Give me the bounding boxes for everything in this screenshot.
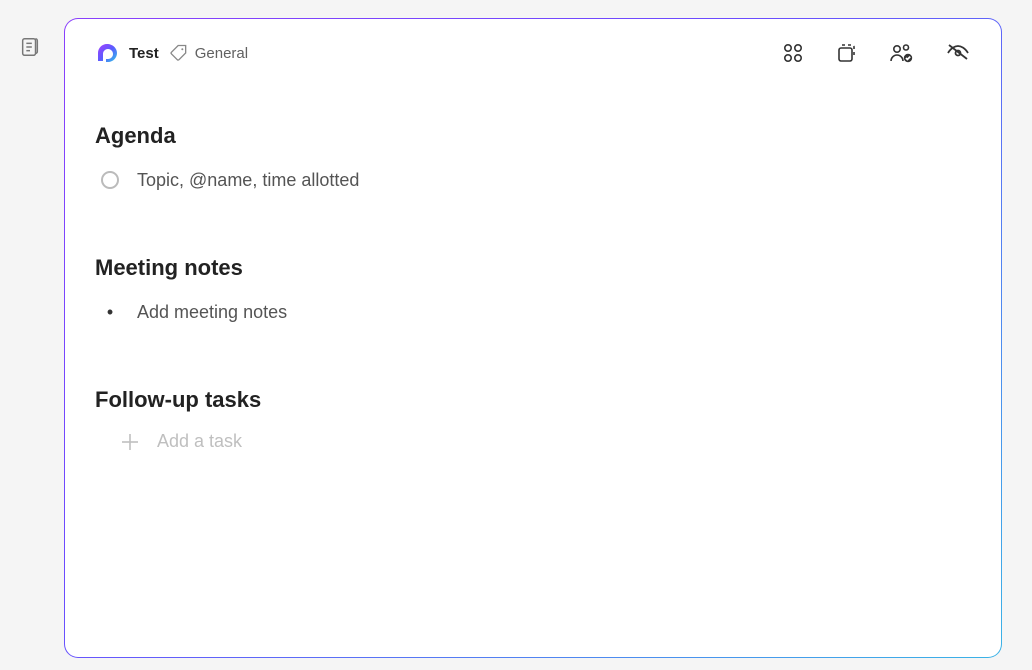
notes-placeholder[interactable]: Add meeting notes <box>137 302 287 323</box>
tag-chip[interactable]: General <box>169 43 248 63</box>
note-panel: Test General <box>64 18 1002 658</box>
agenda-heading: Agenda <box>95 123 971 149</box>
notes-heading: Meeting notes <box>95 255 971 281</box>
add-task-row[interactable]: Add a task <box>95 431 971 452</box>
bullet-icon: • <box>101 302 119 323</box>
panel-header: Test General <box>95 41 971 65</box>
notes-item[interactable]: • Add meeting notes <box>95 297 971 327</box>
section-meeting-notes: Meeting notes • Add meeting notes <box>95 255 971 327</box>
radio-unchecked-icon[interactable] <box>101 171 119 189</box>
notes-page-icon[interactable] <box>19 36 41 58</box>
section-followup: Follow-up tasks Add a task <box>95 387 971 452</box>
tag-icon <box>169 43 189 63</box>
share-people-icon[interactable] <box>889 41 915 65</box>
followup-placeholder[interactable]: Add a task <box>157 431 242 452</box>
agenda-placeholder[interactable]: Topic, @name, time allotted <box>137 170 359 191</box>
agenda-item[interactable]: Topic, @name, time allotted <box>95 165 971 195</box>
header-actions <box>781 41 971 65</box>
visibility-off-icon[interactable] <box>945 41 971 65</box>
copy-component-icon[interactable] <box>835 41 859 65</box>
loop-logo-icon <box>95 41 119 65</box>
plus-icon <box>119 432 141 452</box>
left-rail <box>0 0 60 670</box>
section-agenda: Agenda Topic, @name, time allotted <box>95 123 971 195</box>
tag-label: General <box>195 45 248 62</box>
document-title[interactable]: Test <box>129 45 159 62</box>
note-content: Agenda Topic, @name, time allotted Meeti… <box>95 65 971 452</box>
followup-heading: Follow-up tasks <box>95 387 971 413</box>
apps-grid-icon[interactable] <box>781 41 805 65</box>
